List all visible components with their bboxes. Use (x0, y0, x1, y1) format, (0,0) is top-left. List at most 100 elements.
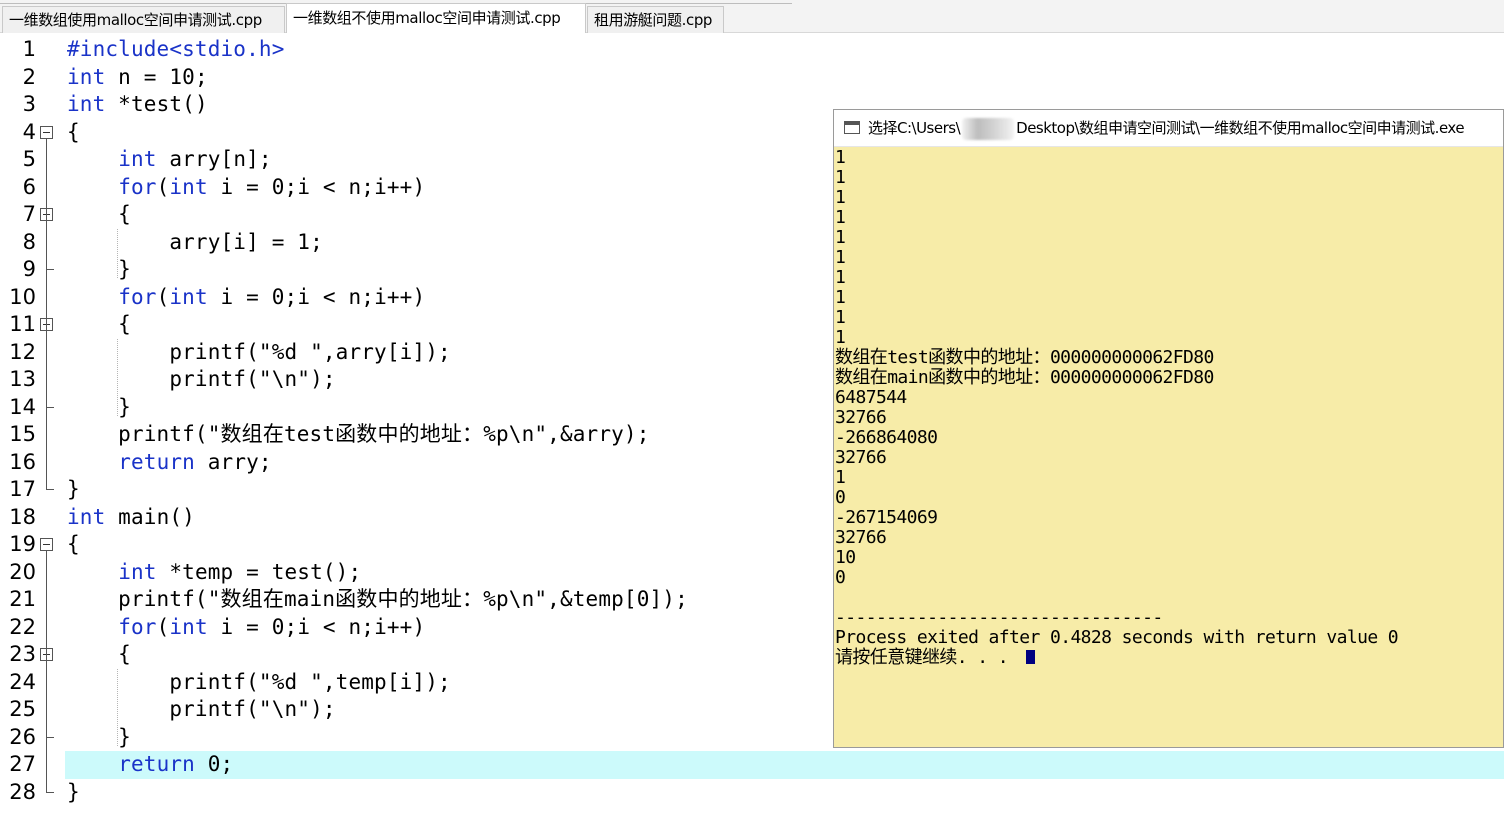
console-output-line: 数组在test函数中的地址：000000000062FD80 (835, 347, 1214, 368)
fold-end-marker (46, 736, 54, 738)
console-output-line: 32766 (835, 447, 887, 468)
console-output-line: 10 (835, 547, 856, 568)
code-line[interactable]: } (67, 779, 80, 806)
code-line[interactable]: return arry; (67, 449, 272, 476)
console-output-line: 1 (835, 327, 846, 348)
code-line[interactable]: printf("\n"); (67, 696, 336, 723)
line-number: 13 (9, 367, 36, 391)
line-number: 3 (22, 92, 36, 116)
code-line[interactable]: int *temp = test(); (67, 559, 361, 586)
console-output-line: 1 (835, 247, 846, 268)
line-number: 25 (9, 697, 36, 721)
console-output-line: 1 (835, 267, 846, 288)
console-output-line: 1 (835, 467, 846, 488)
line-number: 9 (22, 257, 36, 281)
console-output-line: 数组在main函数中的地址：000000000062FD80 (835, 367, 1214, 388)
code-line[interactable]: { (67, 641, 131, 668)
console-output-line: 1 (835, 187, 846, 208)
line-number: 12 (9, 339, 36, 364)
console-output-line: 0 (835, 567, 846, 588)
console-titlebar[interactable]: 选择C:\Users\ Desktop\数组申请空间测试\一维数组不使用mallo… (834, 110, 1503, 147)
code-line[interactable]: int arry[n]; (67, 146, 272, 173)
indent-guide (117, 338, 118, 416)
fold-end-marker (46, 406, 54, 408)
current-line-highlight (65, 751, 1504, 779)
console-cursor (1026, 650, 1036, 664)
code-line[interactable]: int *test() (67, 91, 208, 118)
code-line[interactable]: printf("数组在main函数中的地址：%p\n",&temp[0]); (67, 586, 688, 613)
console-window[interactable]: 选择C:\Users\ Desktop\数组申请空间测试\一维数组不使用mallo… (833, 109, 1504, 748)
line-number: 11 (9, 312, 36, 336)
line-number: 16 (9, 449, 36, 474)
fold-end-marker (46, 791, 54, 793)
line-number: 17 (9, 477, 36, 501)
code-line[interactable]: int main() (67, 504, 195, 531)
code-line[interactable]: } (67, 724, 131, 751)
console-title: 选择C:\Users\ Desktop\数组申请空间测试\一维数组不使用mallo… (868, 119, 1465, 137)
line-number: 28 (9, 779, 36, 804)
console-output-line: -266864080 (835, 427, 938, 448)
tab-malloc-cpp[interactable]: 一维数组使用malloc空间申请测试.cpp (2, 6, 285, 33)
console-output-line: 1 (835, 207, 846, 228)
console-output-line: 32766 (835, 407, 887, 428)
console-output-line: 1 (835, 287, 846, 308)
tab-bar: 一维数组使用malloc空间申请测试.cpp 一维数组不使用malloc空间申请… (0, 0, 1504, 33)
code-line[interactable]: { (67, 119, 80, 146)
line-number: 14 (9, 394, 36, 419)
line-number: 18 (9, 504, 36, 529)
line-number: 23 (9, 642, 36, 666)
line-number: 6 (22, 174, 36, 199)
fold-line (46, 551, 47, 792)
line-number: 26 (9, 724, 36, 749)
console-output-line: 请按任意键继续. . . (835, 648, 1495, 668)
code-line[interactable]: { (67, 311, 131, 338)
code-line[interactable]: } (67, 476, 80, 503)
fold-toggle-icon[interactable] (40, 538, 53, 551)
code-line[interactable]: return 0; (67, 751, 233, 778)
line-number: 8 (22, 229, 36, 254)
console-output-line: 6487544 (835, 387, 907, 408)
code-line[interactable]: printf("数组在test函数中的地址：%p\n",&arry); (67, 421, 650, 448)
code-line[interactable]: for(int i = 0;i < n;i++) (67, 174, 425, 201)
code-line[interactable]: } (67, 394, 131, 421)
code-line[interactable]: #include<stdio.h> (67, 36, 284, 63)
console-output-line: 0 (835, 487, 846, 508)
line-number: 10 (9, 284, 36, 309)
console-output-line: 1 (835, 147, 846, 168)
tab-no-malloc-cpp[interactable]: 一维数组不使用malloc空间申请测试.cpp (286, 3, 586, 33)
code-line[interactable]: for(int i = 0;i < n;i++) (67, 614, 425, 641)
code-line[interactable]: { (67, 531, 80, 558)
line-number: 2 (22, 64, 36, 89)
code-line[interactable]: arry[i] = 1; (67, 229, 323, 256)
console-app-icon (844, 121, 860, 134)
code-line[interactable]: } (67, 256, 131, 283)
console-output-line: 1 (835, 307, 846, 328)
fold-end-marker (46, 269, 54, 270)
console-output-line: Process exited after 0.4828 seconds with… (835, 627, 1399, 648)
console-output-line: 1 (835, 167, 846, 188)
line-number: 4 (22, 119, 36, 144)
console-output-line: 1 (835, 227, 846, 248)
line-number: 20 (9, 559, 36, 584)
line-number: 1 (22, 37, 36, 61)
code-line[interactable]: printf("%d ",temp[i]); (67, 669, 451, 696)
code-line[interactable]: printf("%d ",arry[i]); (67, 339, 451, 366)
tab-yacht-cpp[interactable]: 租用游艇问题.cpp (587, 6, 724, 33)
code-line[interactable]: printf("\n"); (67, 366, 336, 393)
redacted-username (962, 118, 1014, 140)
fold-toggle-icon[interactable] (40, 125, 53, 139)
line-number: 5 (22, 147, 36, 171)
line-number: 19 (9, 532, 36, 556)
fold-line (46, 138, 47, 489)
fold-end-marker (46, 489, 54, 490)
line-number: 27 (9, 752, 36, 776)
line-number: 7 (22, 202, 36, 226)
code-line[interactable]: int n = 10; (67, 64, 208, 91)
line-number: 24 (9, 669, 36, 694)
line-number: 15 (9, 422, 36, 446)
code-line[interactable]: for(int i = 0;i < n;i++) (67, 284, 425, 311)
console-output-line: 32766 (835, 527, 887, 548)
indent-guide (117, 228, 118, 278)
code-line[interactable]: { (67, 201, 131, 228)
